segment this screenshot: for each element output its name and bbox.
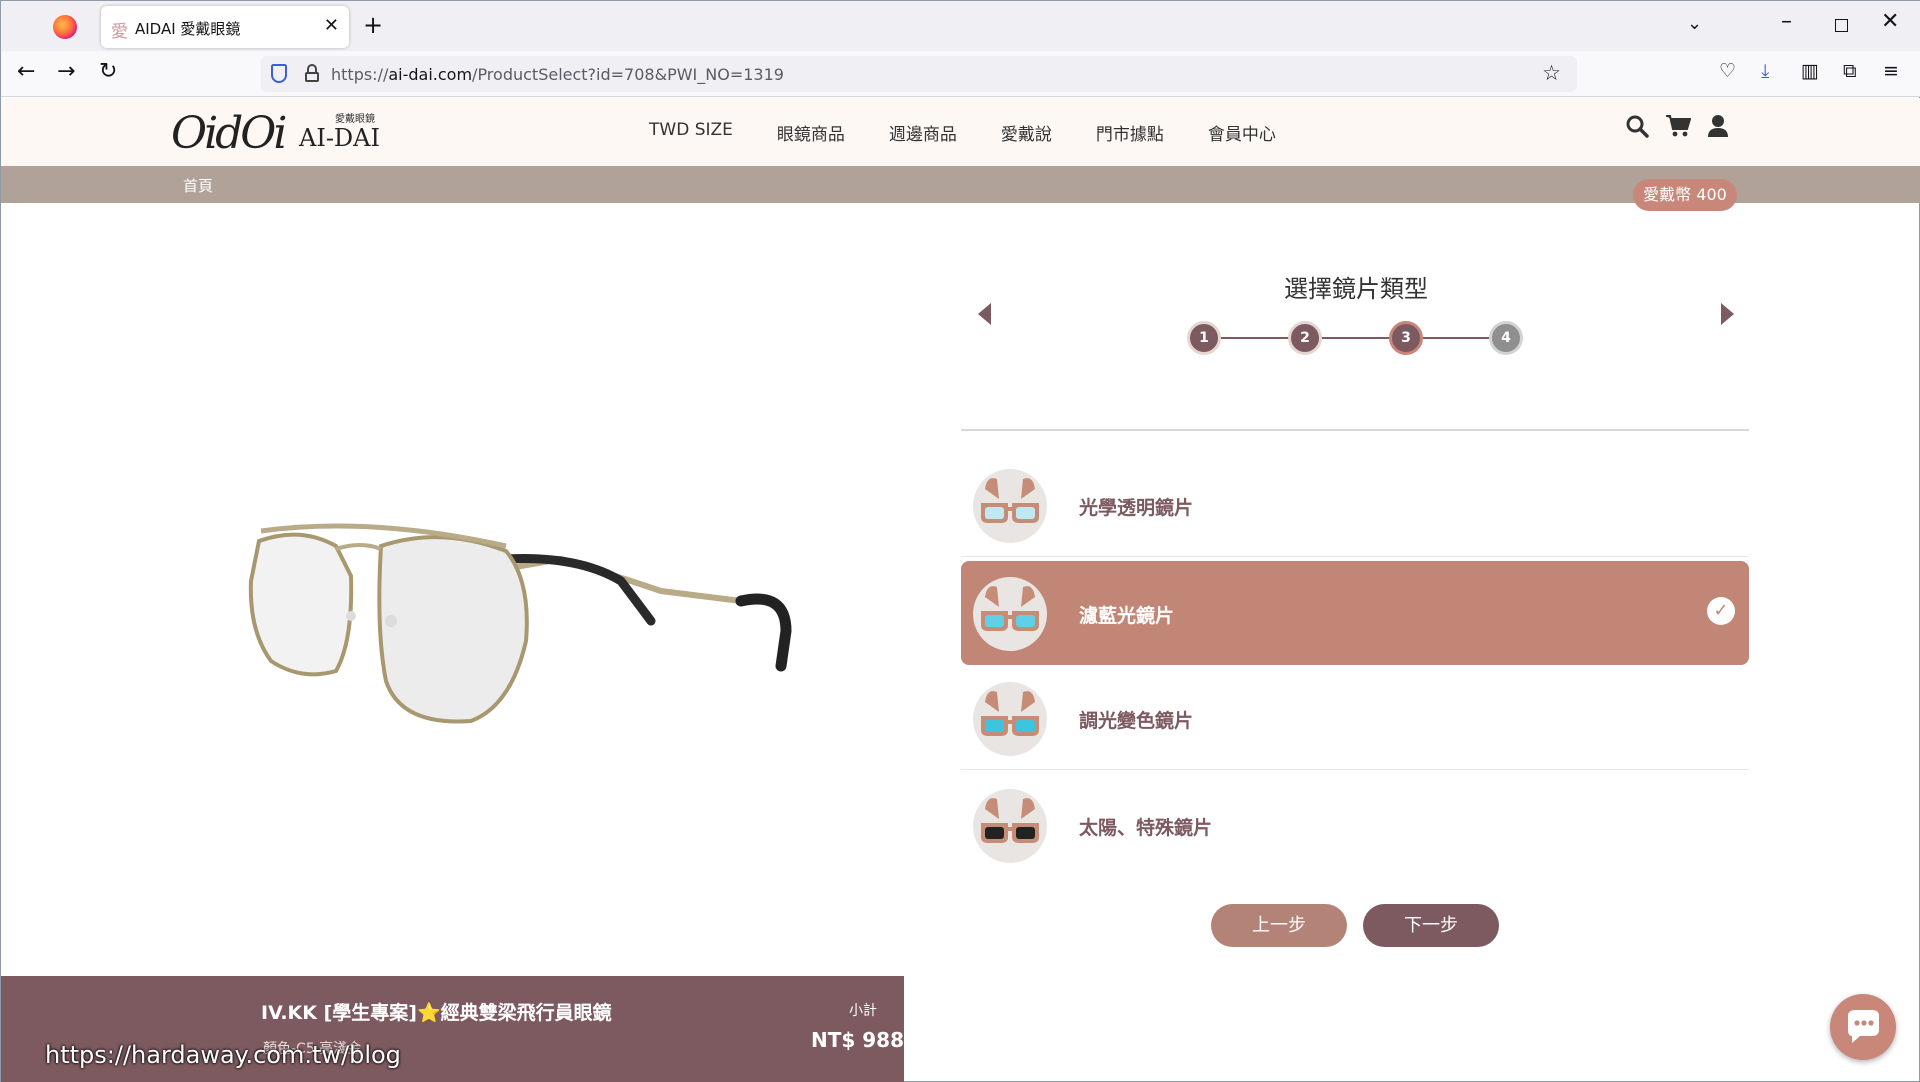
nav-stores[interactable]: 門市據點 bbox=[1096, 120, 1164, 145]
extensions-icon[interactable]: ⧉ bbox=[1843, 60, 1857, 82]
tab-favicon-icon: 愛 bbox=[111, 22, 128, 42]
user-icon[interactable] bbox=[1707, 114, 1729, 138]
lens-option-label: 濾藍光鏡片 bbox=[1079, 605, 1175, 627]
stepper-track bbox=[1204, 337, 1507, 339]
next-arrow-icon[interactable] bbox=[1721, 303, 1734, 325]
lens-option-label: 光學透明鏡片 bbox=[1079, 497, 1194, 519]
sun-lens-glasses-icon bbox=[973, 789, 1047, 863]
url-text[interactable]: https://ai-dai.com/ProductSelect?id=708&… bbox=[331, 65, 784, 84]
logo-subtitle: 愛戴眼鏡 bbox=[335, 114, 375, 125]
close-window-icon[interactable]: ✕ bbox=[1881, 9, 1899, 34]
coin-balance-badge[interactable]: 愛戴幣 400 bbox=[1633, 179, 1737, 211]
breadcrumb-home[interactable]: 首頁 bbox=[183, 175, 213, 196]
new-tab-icon[interactable]: + bbox=[363, 11, 383, 39]
product-glasses-image bbox=[248, 523, 792, 724]
reload-icon[interactable]: ↻ bbox=[99, 59, 117, 84]
forward-icon[interactable]: → bbox=[57, 59, 75, 84]
minimize-icon[interactable]: – bbox=[1781, 9, 1792, 34]
lens-option-sun[interactable]: 太陽、特殊鏡片 bbox=[961, 773, 1749, 877]
cart-icon[interactable] bbox=[1665, 114, 1691, 138]
lens-option-blue-light[interactable]: 濾藍光鏡片 ✓ bbox=[961, 561, 1749, 665]
previous-step-button[interactable]: 上一步 bbox=[1211, 904, 1347, 947]
next-step-button[interactable]: 下一步 bbox=[1363, 904, 1499, 947]
pocket-icon[interactable]: ♡ bbox=[1719, 60, 1736, 82]
step-4[interactable]: 4 bbox=[1489, 321, 1523, 355]
blue-light-lens-glasses-icon bbox=[973, 577, 1047, 651]
maximize-icon[interactable] bbox=[1835, 19, 1848, 32]
lens-option-clear[interactable]: 光學透明鏡片 bbox=[961, 453, 1749, 557]
subtotal-value: NT$ 988 bbox=[811, 1028, 905, 1052]
list-tabs-chevron-icon[interactable]: ⌄ bbox=[1687, 13, 1702, 34]
close-tab-icon[interactable]: ✕ bbox=[324, 15, 339, 36]
nav-blog[interactable]: 愛戴說 bbox=[1001, 120, 1052, 145]
prev-arrow-icon[interactable] bbox=[978, 303, 991, 325]
firefox-view-icon[interactable] bbox=[53, 15, 77, 39]
logo-script: OidOi bbox=[171, 108, 287, 159]
step-2[interactable]: 2 bbox=[1288, 321, 1322, 355]
breadcrumb-bar: 首頁 愛戴幣 400 bbox=[1, 166, 1920, 211]
logo-name: AI-DAI bbox=[299, 124, 380, 152]
blog-watermark: https://hardaway.com.tw/blog bbox=[45, 1041, 401, 1069]
panel-divider bbox=[961, 429, 1749, 431]
nav-accessories[interactable]: 週邊商品 bbox=[889, 120, 957, 145]
address-bar[interactable]: https://ai-dai.com/ProductSelect?id=708&… bbox=[261, 56, 1577, 92]
site-header: OidOi 愛戴眼鏡 AI-DAI TWD SIZE 眼鏡商品 週邊商品 愛戴說… bbox=[1, 98, 1920, 166]
nav-member[interactable]: 會員中心 bbox=[1208, 120, 1276, 145]
main-nav: TWD SIZE 眼鏡商品 週邊商品 愛戴說 門市據點 會員中心 bbox=[649, 120, 1320, 145]
lens-option-label: 調光變色鏡片 bbox=[1079, 710, 1194, 732]
tab-title: AIDAI 愛戴眼鏡 bbox=[135, 20, 241, 38]
step-title: 選擇鏡片類型 bbox=[1284, 275, 1428, 303]
browser-window: 愛 AIDAI 愛戴眼鏡 ✕ + ⌄ – ✕ ← → ↻ https://ai-… bbox=[0, 0, 1920, 1082]
bookmark-star-icon[interactable]: ☆ bbox=[1542, 61, 1561, 85]
step-3[interactable]: 3 bbox=[1389, 321, 1423, 355]
lens-option-label: 太陽、特殊鏡片 bbox=[1079, 817, 1213, 839]
menu-icon[interactable]: ≡ bbox=[1883, 60, 1899, 82]
product-name: IV.KK [學生專案]⭐經典雙梁飛行員眼鏡 bbox=[261, 1002, 612, 1024]
lens-option-photochromic[interactable]: 調光變色鏡片 bbox=[961, 666, 1749, 770]
chat-bubble-icon[interactable] bbox=[1830, 994, 1896, 1060]
subtotal-label: 小計 bbox=[849, 1003, 877, 1019]
sidebar-icon[interactable]: ▥ bbox=[1801, 60, 1819, 82]
nav-twd-size[interactable]: TWD SIZE bbox=[649, 120, 733, 145]
browser-tab[interactable]: 愛 AIDAI 愛戴眼鏡 ✕ bbox=[101, 6, 349, 48]
lock-icon[interactable] bbox=[305, 64, 319, 82]
tab-strip: 愛 AIDAI 愛戴眼鏡 ✕ + ⌄ – ✕ bbox=[1, 1, 1920, 51]
search-icon[interactable] bbox=[1625, 114, 1649, 138]
tracking-protection-shield-icon[interactable] bbox=[271, 64, 287, 83]
nav-eyewear[interactable]: 眼鏡商品 bbox=[777, 120, 845, 145]
photochromic-lens-glasses-icon bbox=[973, 682, 1047, 756]
clear-lens-glasses-icon bbox=[973, 469, 1047, 543]
navigation-toolbar: ← → ↻ https://ai-dai.com/ProductSelect?i… bbox=[1, 51, 1920, 97]
downloads-icon[interactable]: ⤓ bbox=[1761, 60, 1769, 82]
step-1[interactable]: 1 bbox=[1187, 321, 1221, 355]
check-icon: ✓ bbox=[1707, 597, 1735, 625]
back-icon[interactable]: ← bbox=[17, 59, 35, 84]
